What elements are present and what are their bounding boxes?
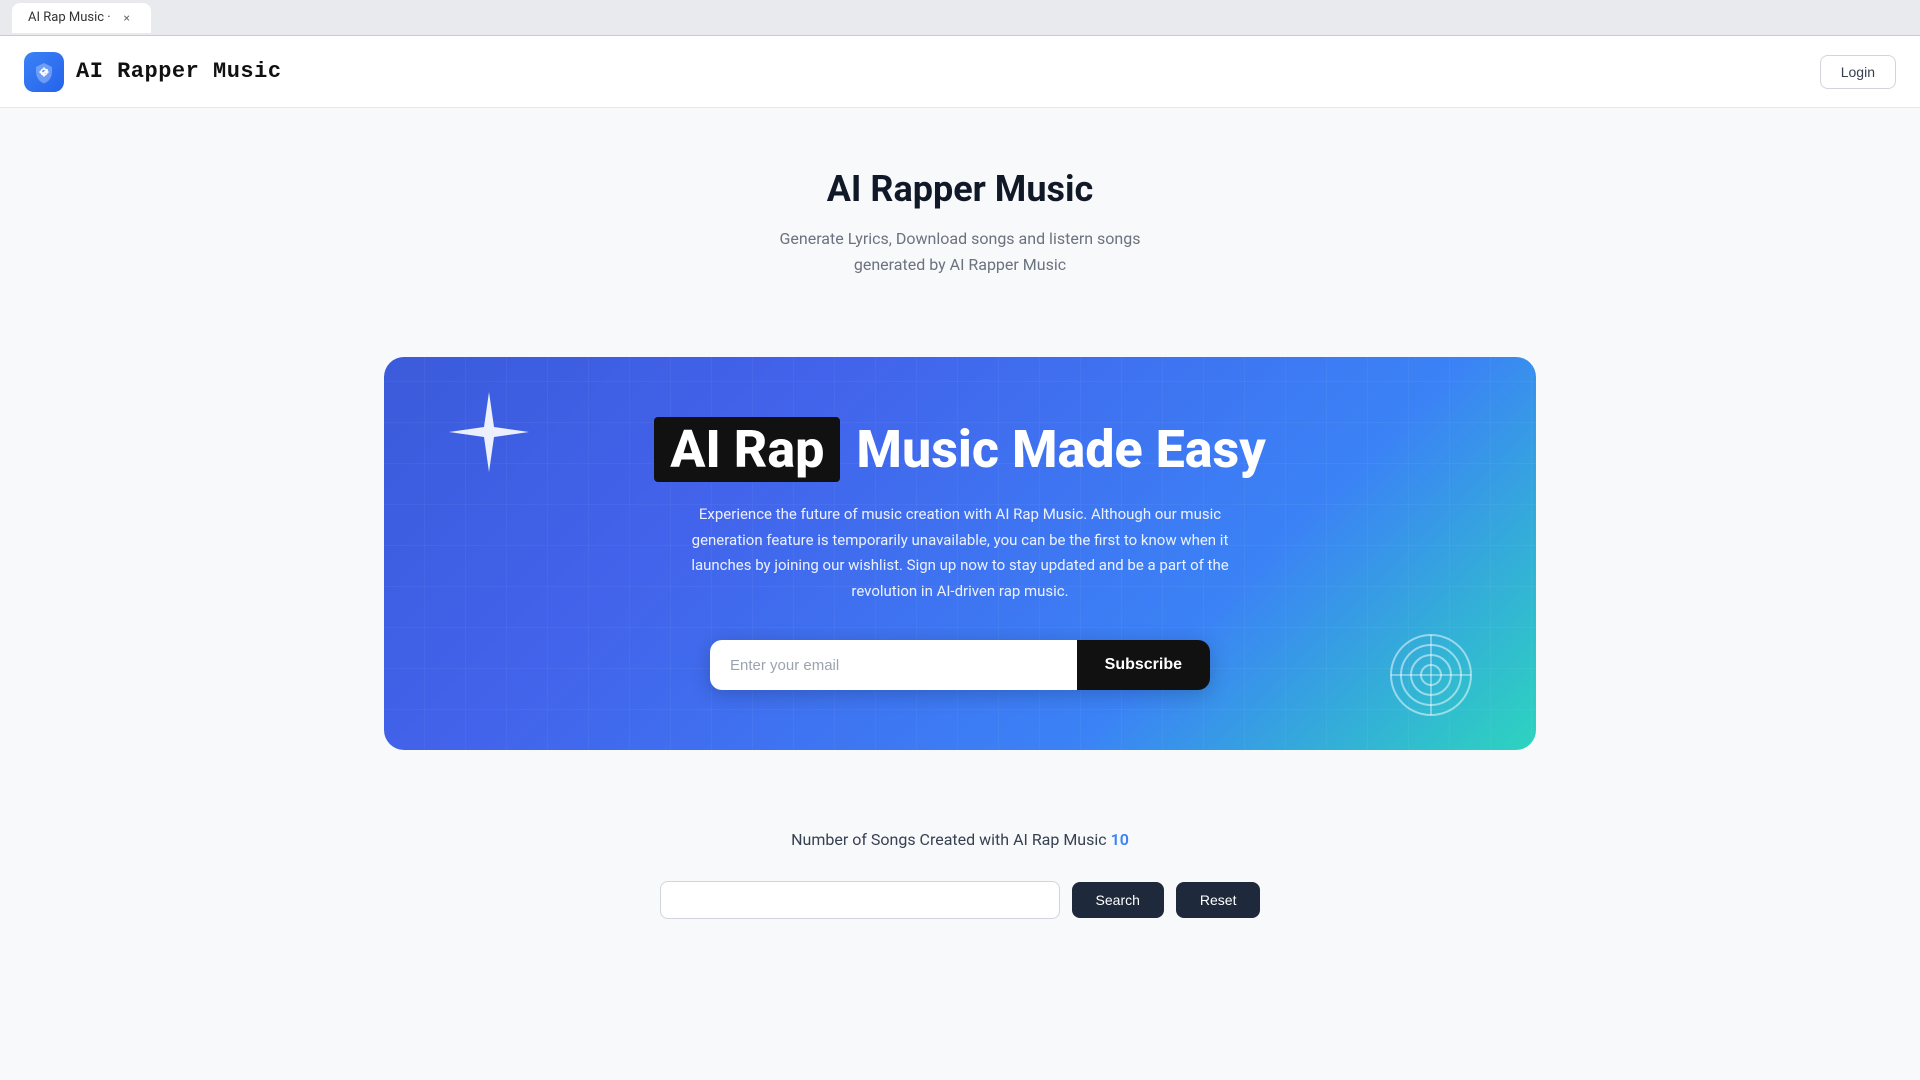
headline-rest: Music Made Easy: [856, 421, 1265, 478]
card-headline: AI Rap Music Made Easy: [464, 417, 1456, 482]
search-section: Search Reset: [384, 881, 1536, 919]
hero-subtitle-line1: Generate Lyrics, Download songs and list…: [384, 226, 1536, 252]
search-button[interactable]: Search: [1072, 882, 1164, 918]
headline-highlight: AI Rap: [654, 417, 840, 482]
tab-close-button[interactable]: ×: [119, 10, 135, 26]
stats-count: 10: [1111, 830, 1129, 849]
login-button[interactable]: Login: [1820, 55, 1896, 89]
hero-subtitle-line2: generated by AI Rapper Music: [384, 252, 1536, 278]
tab-title: AI Rap Music ·: [28, 10, 111, 25]
app-header: AI Rapper Music Login: [0, 36, 1920, 108]
browser-tab-bar: AI Rap Music · ×: [0, 0, 1920, 36]
email-form: Subscribe: [710, 640, 1210, 690]
search-input[interactable]: [660, 881, 1060, 919]
hero-section: AI Rapper Music Generate Lyrics, Downloa…: [384, 168, 1536, 277]
browser-tab[interactable]: AI Rap Music · ×: [12, 3, 151, 33]
page-title: AI Rapper Music: [384, 168, 1536, 210]
app-name-text: AI Rapper Music: [76, 59, 282, 84]
stats-label-text: Number of Songs Created with AI Rap Musi…: [791, 830, 1107, 849]
card-description: Experience the future of music creation …: [670, 502, 1250, 604]
logo-svg-icon: [32, 60, 56, 84]
app-logo-icon: [24, 52, 64, 92]
email-input[interactable]: [710, 640, 1077, 690]
stats-section: Number of Songs Created with AI Rap Musi…: [384, 830, 1536, 849]
blue-promo-card: AI Rap Music Made Easy Experience the fu…: [384, 357, 1536, 750]
reset-button[interactable]: Reset: [1176, 882, 1261, 918]
subscribe-button[interactable]: Subscribe: [1077, 640, 1210, 690]
main-content: AI Rapper Music Generate Lyrics, Downloa…: [360, 108, 1560, 979]
card-content: AI Rap Music Made Easy Experience the fu…: [464, 417, 1456, 690]
stats-label: Number of Songs Created with AI Rap Musi…: [384, 830, 1536, 849]
app-logo: AI Rapper Music: [24, 52, 282, 92]
